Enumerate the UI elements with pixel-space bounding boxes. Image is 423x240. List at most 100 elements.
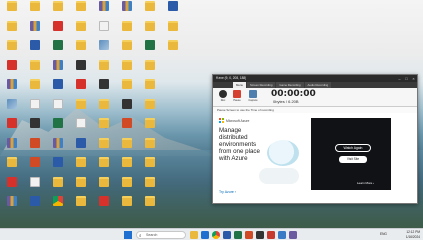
desktop-icon-folder[interactable]	[116, 157, 138, 178]
desktop-icon-ppt[interactable]	[24, 157, 46, 178]
desktop-icon-folder[interactable]	[70, 1, 92, 22]
desktop-icon-xls[interactable]	[47, 40, 69, 61]
desktop-icon-doc[interactable]	[162, 1, 184, 22]
excel-icon[interactable]	[234, 231, 242, 239]
desktop-icon-folder[interactable]	[116, 40, 138, 61]
desktop-icon-xls[interactable]	[139, 40, 161, 61]
recorder-app-icon[interactable]	[267, 231, 275, 239]
desktop-icon-pdf[interactable]	[93, 196, 115, 217]
desktop-icon-img[interactable]	[1, 98, 23, 120]
desktop-icon-doc[interactable]	[24, 40, 46, 61]
desktop-icon-zip[interactable]	[24, 20, 46, 42]
record-button[interactable]: Rec	[217, 90, 229, 102]
search-box[interactable]: ⌕ Search	[136, 231, 186, 239]
desktop-icon-app[interactable]	[93, 79, 115, 100]
desktop-icon-folder[interactable]	[1, 40, 23, 61]
desktop-icon-folder[interactable]	[1, 157, 23, 178]
desktop-icon-zip[interactable]	[1, 137, 23, 159]
desktop-icon-folder[interactable]	[70, 40, 92, 61]
desktop-icon-folder[interactable]	[93, 157, 115, 178]
desktop-icon-folder[interactable]	[139, 59, 161, 81]
desktop-icon-folder[interactable]	[139, 137, 161, 159]
desktop-icon-folder[interactable]	[24, 79, 46, 100]
desktop-icon-pdf[interactable]	[1, 176, 23, 198]
close-icon[interactable]: ×	[410, 75, 417, 82]
desktop-icon-zip[interactable]	[47, 137, 69, 159]
language-indicator[interactable]: ENG	[380, 232, 387, 236]
pause-button[interactable]: Pause	[231, 90, 243, 102]
desktop-icon-folder[interactable]	[116, 59, 138, 81]
desktop-icon-img[interactable]	[93, 40, 115, 61]
desktop-icon-blank[interactable]	[93, 20, 115, 42]
desktop-icon-folder[interactable]	[70, 176, 92, 198]
desktop-icon-zip[interactable]	[1, 79, 23, 100]
desktop-icon-ppt[interactable]	[24, 137, 46, 159]
desktop-icon-blank[interactable]	[47, 98, 69, 120]
screenshot-button[interactable]: Capture	[247, 90, 259, 102]
desktop-icon-doc[interactable]	[70, 137, 92, 159]
desktop-icon-folder[interactable]	[139, 20, 161, 42]
desktop-icon-blank[interactable]	[24, 98, 46, 120]
desktop-icon-folder[interactable]	[70, 157, 92, 178]
teams-icon[interactable]	[289, 231, 297, 239]
desktop-icon-ppt[interactable]	[116, 118, 138, 139]
desktop-icon-folder[interactable]	[162, 40, 184, 61]
maximize-icon[interactable]: □	[403, 75, 410, 82]
try-azure-link[interactable]: Try Azure ›	[219, 190, 236, 194]
desktop-icon-folder[interactable]	[139, 1, 161, 22]
desktop-icon-app[interactable]	[116, 98, 138, 120]
desktop-icon-zip[interactable]	[93, 1, 115, 22]
desktop-icon-doc[interactable]	[47, 157, 69, 178]
recorder-titlebar[interactable]: ff.exe (9, 0, 208, 188) – □ ×	[213, 75, 417, 82]
desktop-icon-folder[interactable]	[93, 118, 115, 139]
desktop-icon-folder[interactable]	[116, 176, 138, 198]
desktop-icon-folder[interactable]	[139, 176, 161, 198]
desktop-icon-zip[interactable]	[1, 196, 23, 217]
desktop-icon-folder[interactable]	[93, 137, 115, 159]
desktop-icon-folder[interactable]	[93, 176, 115, 198]
desktop-icon-folder[interactable]	[47, 1, 69, 22]
desktop-icon-folder[interactable]	[24, 59, 46, 81]
desktop-icon-folder[interactable]	[116, 196, 138, 217]
desktop-icon-pdf[interactable]	[70, 79, 92, 100]
desktop-icon-folder[interactable]	[1, 1, 23, 22]
desktop-icon-pdf[interactable]	[1, 59, 23, 81]
desktop-icon-folder[interactable]	[70, 20, 92, 42]
desktop-icon-folder[interactable]	[47, 176, 69, 198]
edge-icon[interactable]	[278, 231, 286, 239]
desktop-icon-folder[interactable]	[116, 20, 138, 42]
desktop-icon-folder[interactable]	[24, 1, 46, 22]
desktop-icon-pdf[interactable]	[47, 20, 69, 42]
desktop-icon-blank[interactable]	[24, 176, 46, 198]
azure-ad[interactable]: Microsoft Azure Manage distributed envir…	[219, 118, 303, 198]
desktop-icon-app[interactable]	[70, 59, 92, 81]
desktop-icon-folder[interactable]	[70, 196, 92, 217]
desktop-icon-folder[interactable]	[162, 20, 184, 42]
powerpoint-icon[interactable]	[245, 231, 253, 239]
desktop-icon-folder[interactable]	[139, 196, 161, 217]
desktop-icon-folder[interactable]	[116, 79, 138, 100]
terminal-icon[interactable]	[256, 231, 264, 239]
word-icon[interactable]	[223, 231, 231, 239]
start-button[interactable]	[124, 231, 132, 239]
desktop-icon-doc[interactable]	[24, 196, 46, 217]
learn-more-link[interactable]: Learn More ›	[357, 181, 374, 185]
desktop-icon-chrome[interactable]	[47, 196, 69, 217]
visit-site-button[interactable]: Visit Site	[339, 156, 367, 163]
desktop-icon-folder[interactable]	[116, 137, 138, 159]
desktop-icon-blank[interactable]	[70, 118, 92, 139]
minimize-icon[interactable]: –	[396, 75, 403, 82]
desktop-icon-folder[interactable]	[139, 157, 161, 178]
desktop-icon-zip[interactable]	[116, 1, 138, 22]
desktop-icon-folder[interactable]	[139, 118, 161, 139]
desktop-icon-zip[interactable]	[47, 59, 69, 81]
desktop-icon-pdf[interactable]	[1, 118, 23, 139]
desktop-icon-folder[interactable]	[139, 98, 161, 120]
desktop-icon-folder[interactable]	[1, 20, 23, 42]
desktop-icon-folder[interactable]	[70, 98, 92, 120]
chrome-icon[interactable]	[212, 231, 220, 239]
watch-again-button[interactable]: Watch Again	[335, 144, 371, 152]
desktop-icon-folder[interactable]	[93, 98, 115, 120]
clock[interactable]: 12:12 PM 1/16/2024	[394, 230, 420, 239]
desktop-icon-app[interactable]	[24, 118, 46, 139]
